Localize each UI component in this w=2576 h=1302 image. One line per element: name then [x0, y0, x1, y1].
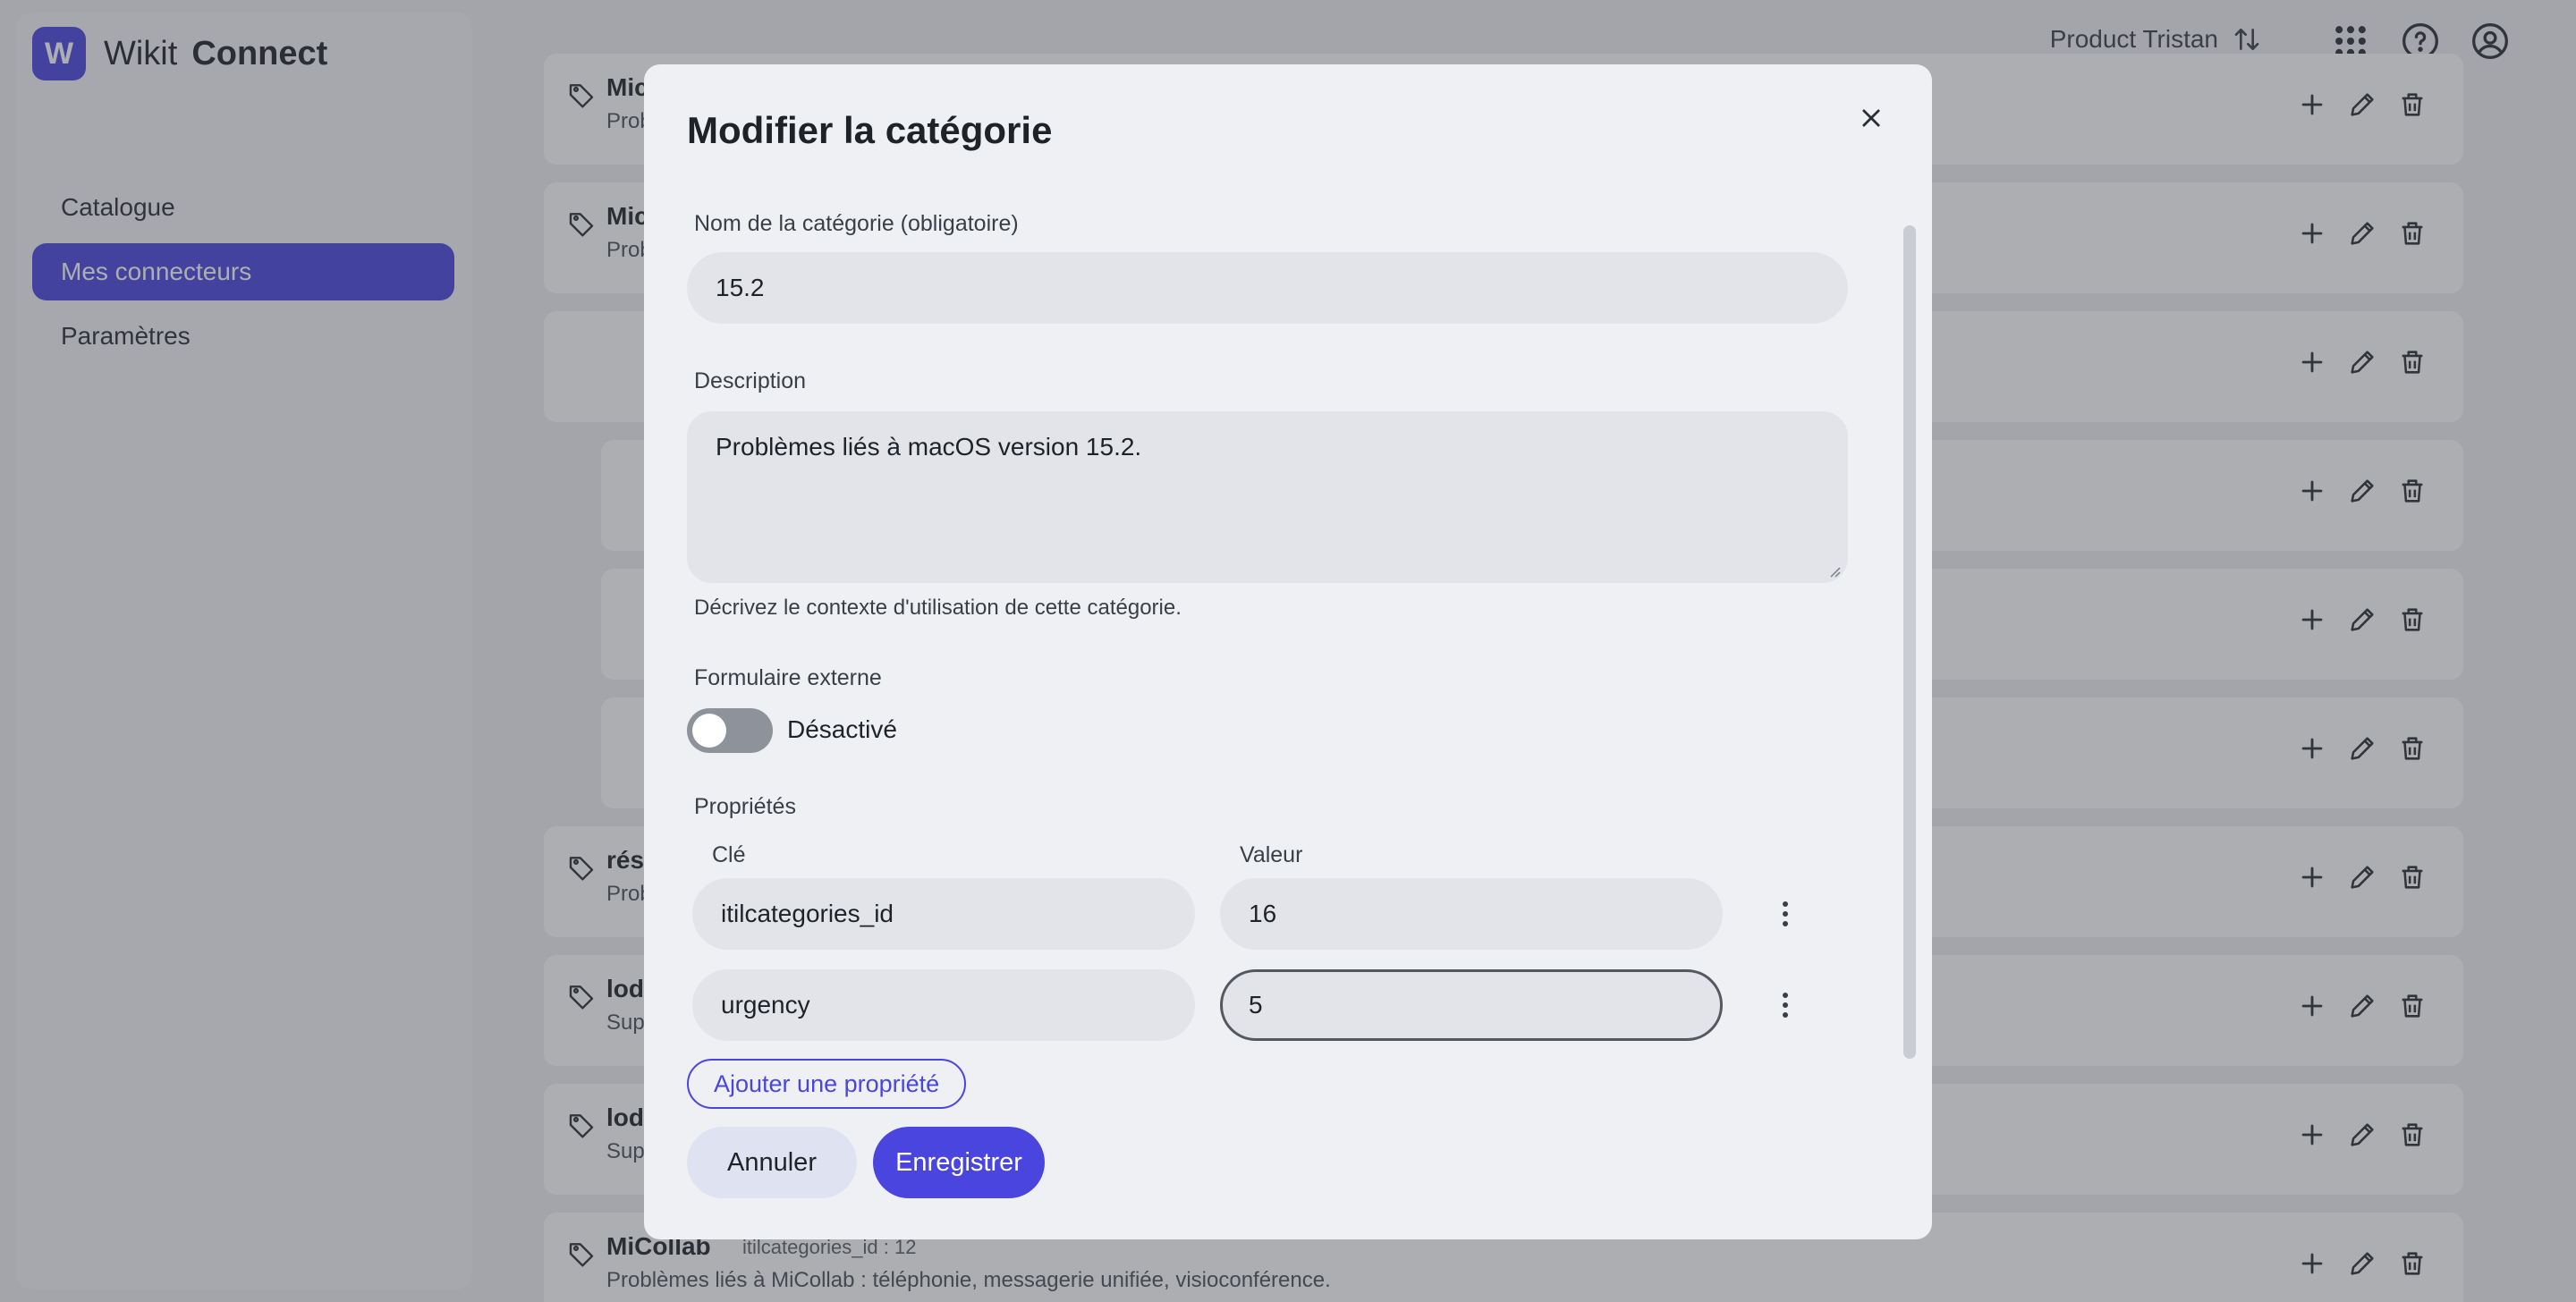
edit-category-dialog: Modifier la catégorie Nom de la catégori… — [644, 64, 1932, 1239]
category-name-label: Nom de la catégorie (obligatoire) — [694, 211, 1019, 236]
add-property-button[interactable]: Ajouter une propriété — [687, 1059, 967, 1109]
close-button[interactable] — [1843, 89, 1900, 147]
external-form-label: Formulaire externe — [694, 665, 882, 690]
cancel-button[interactable]: Annuler — [687, 1127, 857, 1198]
property-key-input[interactable]: urgency — [692, 969, 1195, 1041]
key-column-header: Clé — [712, 842, 746, 867]
property-value-input[interactable]: 16 — [1220, 878, 1723, 950]
description-label: Description — [694, 368, 807, 393]
property-menu-icon[interactable] — [1767, 896, 1803, 932]
category-name-input[interactable]: 15.2 — [687, 252, 1848, 324]
resize-handle-icon[interactable] — [1826, 563, 1841, 578]
dialog-scrollbar[interactable] — [1903, 225, 1916, 1059]
property-key-input[interactable]: itilcategories_id — [692, 878, 1195, 950]
close-icon — [1862, 109, 1880, 127]
description-textarea[interactable]: Problèmes liés à macOS version 15.2. — [687, 411, 1848, 583]
external-form-toggle[interactable] — [687, 708, 773, 753]
property-menu-icon[interactable] — [1767, 987, 1803, 1023]
save-button[interactable]: Enregistrer — [873, 1127, 1045, 1198]
value-column-header: Valeur — [1240, 842, 1303, 867]
description-text: Problèmes liés à macOS version 15.2. — [716, 433, 1142, 461]
dialog-title: Modifier la catégorie — [687, 109, 1053, 151]
toggle-knob — [692, 714, 726, 748]
properties-label: Propriétés — [694, 794, 796, 819]
external-form-state: Désactivé — [787, 715, 897, 743]
property-value-input[interactable]: 5 — [1220, 969, 1723, 1041]
description-hint: Décrivez le contexte d'utilisation de ce… — [694, 596, 1182, 620]
